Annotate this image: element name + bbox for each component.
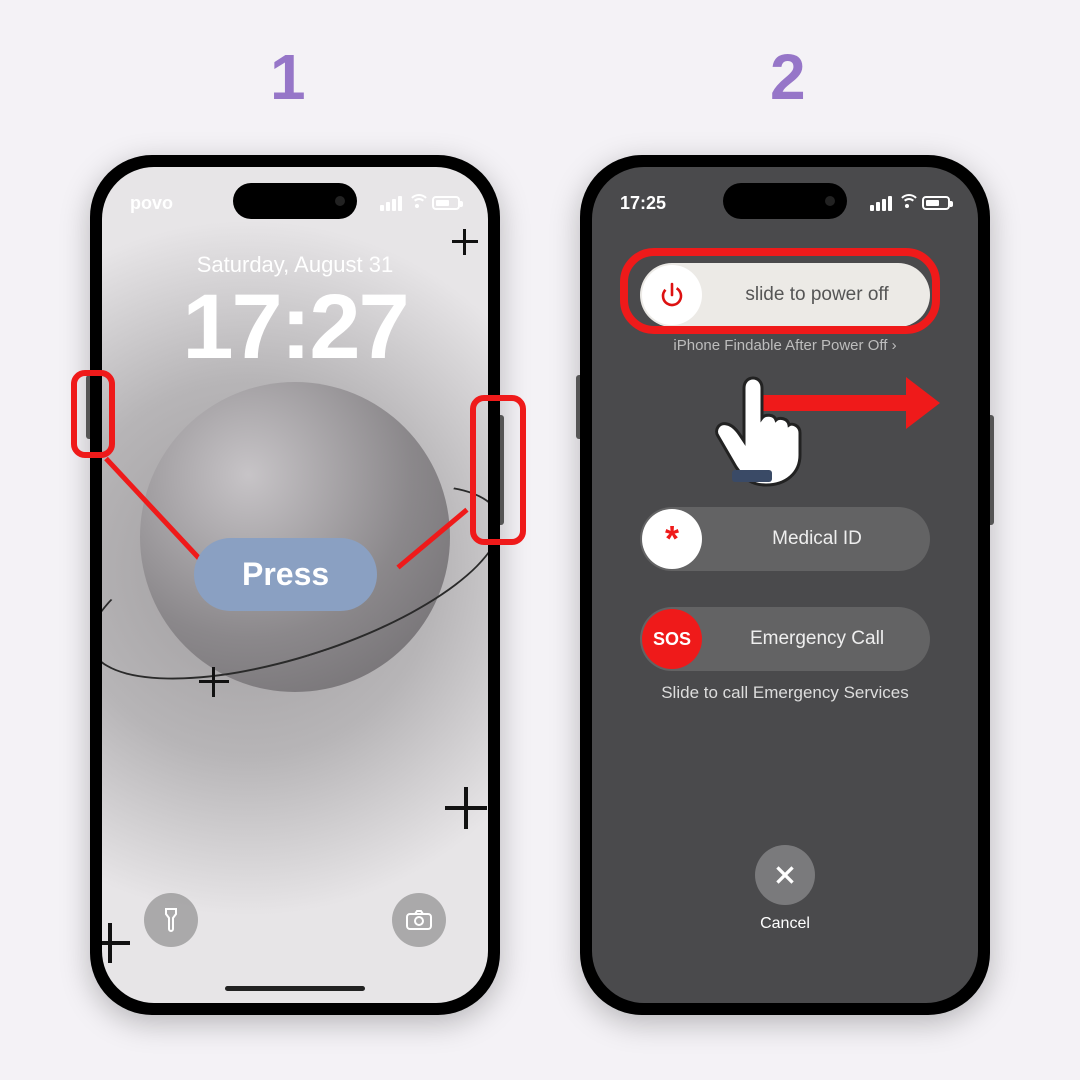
- cellular-icon: [870, 196, 892, 211]
- cancel-button[interactable]: Cancel: [755, 845, 815, 933]
- highlight-volume-button: [71, 370, 115, 458]
- medical-id-label: Medical ID: [704, 528, 930, 550]
- sparkle-icon: [212, 667, 215, 697]
- highlight-power-slider: [620, 248, 940, 334]
- sparkle-icon: [463, 229, 466, 255]
- emergency-hint: Slide to call Emergency Services: [592, 683, 978, 703]
- battery-icon: [432, 196, 460, 210]
- hand-pointer-icon: [700, 370, 810, 490]
- sparkle-icon: [108, 923, 112, 963]
- dynamic-island: [723, 183, 847, 219]
- wifi-icon: [898, 196, 916, 210]
- asterisk-icon: *: [642, 509, 702, 569]
- medical-id-slider[interactable]: * Medical ID: [640, 507, 930, 571]
- emergency-call-label: Emergency Call: [704, 628, 930, 650]
- highlight-side-button: [470, 395, 526, 545]
- status-time: 17:25: [620, 193, 666, 214]
- sparkle-icon: [464, 787, 468, 829]
- findable-text[interactable]: iPhone Findable After Power Off ›: [592, 337, 978, 354]
- cancel-label: Cancel: [760, 915, 810, 933]
- step-number-1: 1: [270, 40, 306, 114]
- chevron-right-icon: ›: [892, 337, 897, 354]
- lockscreen-time: 17:27: [102, 275, 488, 380]
- cellular-icon: [380, 196, 402, 211]
- emergency-call-slider[interactable]: SOS Emergency Call: [640, 607, 930, 671]
- home-indicator[interactable]: [225, 986, 365, 991]
- step-number-2: 2: [770, 40, 806, 114]
- carrier-label: povo: [130, 193, 173, 214]
- press-label: Press: [194, 538, 377, 611]
- battery-icon: [922, 196, 950, 210]
- camera-button[interactable]: [392, 893, 446, 947]
- flashlight-button[interactable]: [144, 893, 198, 947]
- sos-icon: SOS: [642, 609, 702, 669]
- wifi-icon: [408, 196, 426, 210]
- close-icon: [755, 845, 815, 905]
- dynamic-island: [233, 183, 357, 219]
